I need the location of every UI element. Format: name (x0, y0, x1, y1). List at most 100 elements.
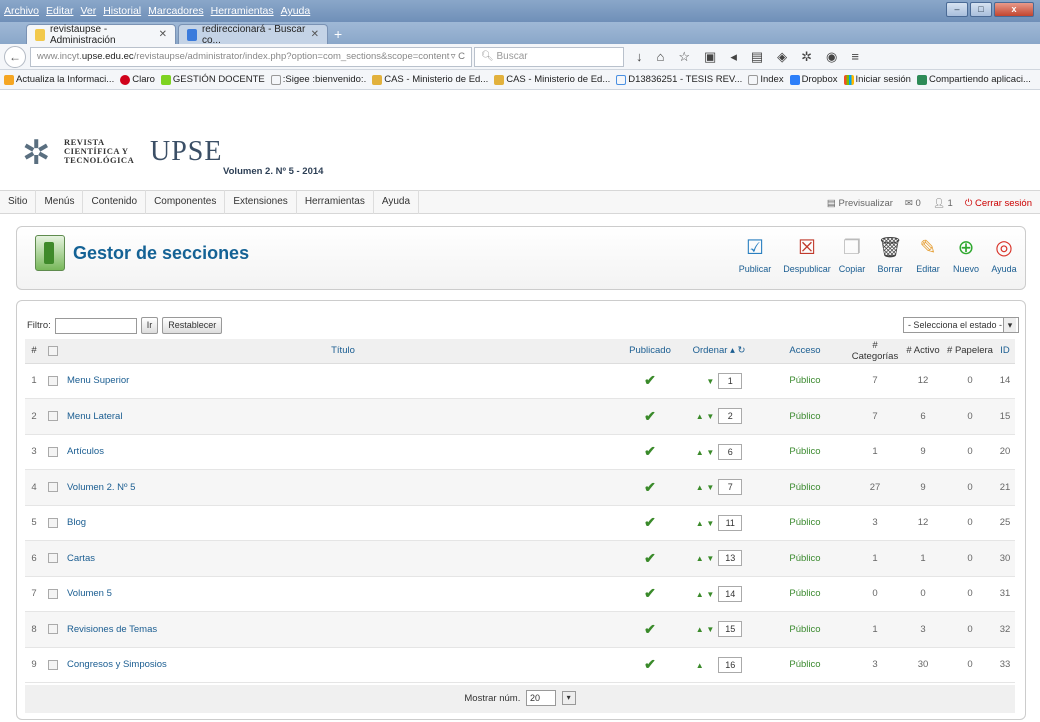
order-input[interactable]: 14 (718, 585, 743, 602)
menu-historial[interactable]: Historial (103, 5, 141, 17)
order-input[interactable]: 15 (718, 621, 743, 638)
chevron-down-icon[interactable]: ▾ (561, 691, 576, 706)
home-icon[interactable]: ⌂ (657, 49, 665, 64)
bookmark-item[interactable]: CAS - Ministerio de Ed... (372, 74, 488, 85)
reading-list-icon[interactable]: ▣ (704, 49, 716, 65)
download-icon[interactable]: ↓ (636, 49, 643, 64)
admin-menu-ayuda[interactable]: Ayuda (374, 190, 420, 214)
bookmark-item[interactable]: GESTIÓN DOCENTE (160, 74, 265, 85)
filter-reset-button[interactable]: Restablecer (162, 317, 223, 334)
published-cell[interactable]: ✔ (623, 363, 677, 399)
move-up-icon[interactable]: ▲ (696, 554, 704, 563)
move-down-icon[interactable]: ▼ (706, 448, 714, 457)
order-input[interactable]: 13 (718, 550, 743, 567)
menu-herramientas[interactable]: Herramientas (211, 5, 274, 17)
published-check-icon[interactable]: ✔ (644, 408, 656, 424)
access-link[interactable]: Público (761, 576, 849, 612)
row-checkbox-cell[interactable] (43, 505, 63, 541)
published-cell[interactable]: ✔ (623, 611, 677, 648)
row-checkbox-cell[interactable] (43, 576, 63, 612)
move-up-icon[interactable]: ▲ (696, 590, 704, 599)
published-check-icon[interactable]: ✔ (644, 514, 656, 530)
published-check-icon[interactable]: ✔ (644, 621, 656, 637)
admin-menu-sitio[interactable]: Sitio (0, 190, 37, 214)
section-title-link[interactable]: Artículos (63, 434, 623, 470)
published-check-icon[interactable]: ✔ (644, 656, 656, 672)
tab-administracion[interactable]: revistaupse - Administración ✕ (26, 24, 176, 46)
bookmark-item[interactable]: :Sigee :bienvenido:. (270, 74, 366, 85)
move-down-icon[interactable]: ▼ (706, 625, 714, 634)
reload-icon[interactable]: ▿ C (451, 51, 471, 62)
bookmark-item[interactable]: Compartiendo aplicaci... (916, 74, 1031, 85)
select-all-checkbox[interactable] (48, 345, 58, 356)
admin-menu-componentes[interactable]: Componentes (146, 190, 226, 214)
admin-menu-herramientas[interactable]: Herramientas (297, 190, 374, 214)
unpublish-button[interactable]: ☒ Despublicar (781, 233, 833, 275)
help-button[interactable]: ◎ Ayuda (985, 233, 1023, 275)
published-cell[interactable]: ✔ (623, 434, 677, 470)
publish-button[interactable]: ☑ Publicar (729, 233, 781, 275)
close-window-button[interactable]: x (994, 2, 1034, 17)
section-title-link[interactable]: Congresos y Simposios (63, 647, 623, 683)
section-title-link[interactable]: Volumen 5 (63, 576, 623, 612)
delete-button[interactable]: 🗑︎ Borrar (871, 233, 909, 275)
filter-input[interactable] (54, 317, 137, 334)
row-checkbox[interactable] (48, 588, 58, 599)
send-icon[interactable]: ◂ (730, 49, 737, 65)
order-input[interactable]: 2 (718, 408, 743, 425)
move-up-icon[interactable]: ▲ (696, 625, 704, 634)
move-up-icon[interactable]: ▲ (696, 412, 704, 421)
messages-count[interactable]: ✉ 0 (905, 198, 921, 209)
maximize-button[interactable]: □ (970, 2, 992, 17)
new-tab-icon[interactable]: + (334, 26, 342, 42)
row-checkbox-cell[interactable] (43, 611, 63, 648)
bookmark-item[interactable]: Dropbox (789, 74, 838, 85)
row-checkbox[interactable] (48, 482, 58, 493)
row-checkbox[interactable] (48, 659, 58, 670)
section-title-link[interactable]: Menu Lateral (63, 398, 623, 435)
move-down-icon[interactable]: ▼ (706, 554, 714, 563)
move-up-icon[interactable]: ▲ (696, 448, 704, 457)
tab-buscar[interactable]: redireccionará - Buscar co... ✕ (178, 24, 328, 46)
back-button[interactable]: ← (4, 45, 26, 68)
access-link[interactable]: Público (761, 398, 849, 435)
logout-link[interactable]: ⏻ Cerrar sesión (965, 198, 1032, 209)
published-cell[interactable]: ✔ (623, 398, 677, 435)
access-link[interactable]: Público (761, 647, 849, 683)
access-link[interactable]: Público (761, 505, 849, 541)
new-button[interactable]: ⊕ Nuevo (947, 233, 985, 275)
move-down-icon[interactable]: ▼ (706, 377, 714, 386)
move-down-icon[interactable]: ▼ (706, 412, 714, 421)
edit-button[interactable]: ✎ Editar (909, 233, 947, 275)
admin-menu-menus[interactable]: Menús (36, 190, 84, 214)
section-title-link[interactable]: Blog (63, 505, 623, 541)
menu-editar[interactable]: Editar (46, 5, 73, 17)
access-link[interactable]: Público (761, 540, 849, 577)
published-check-icon[interactable]: ✔ (644, 479, 656, 495)
col-order[interactable]: Ordenar ▴ ↻ (677, 339, 761, 364)
access-link[interactable]: Público (761, 363, 849, 399)
admin-menu-contenido[interactable]: Contenido (83, 190, 147, 214)
admin-menu-extensiones[interactable]: Extensiones (225, 190, 297, 214)
access-link[interactable]: Público (761, 611, 849, 648)
order-input[interactable]: 1 (718, 372, 743, 389)
bookmark-item[interactable]: CAS - Ministerio de Ed... (494, 74, 610, 85)
row-checkbox[interactable] (48, 446, 58, 457)
row-checkbox-cell[interactable] (43, 540, 63, 577)
row-checkbox-cell[interactable] (43, 647, 63, 683)
move-down-icon[interactable]: ▼ (706, 483, 714, 492)
url-bar[interactable]: www.incyt. upse.edu.ec/revistaupse/admini… (30, 46, 472, 67)
col-title[interactable]: Título (63, 339, 623, 364)
show-count-select[interactable]: 20 (525, 690, 556, 707)
published-cell[interactable]: ✔ (623, 469, 677, 506)
bookmark-item[interactable]: D13836251 - TESIS REV... (616, 74, 742, 85)
addon-icon[interactable]: ✲ (801, 49, 812, 65)
order-input[interactable]: 7 (718, 479, 743, 496)
save-order-icon[interactable]: ▴ ↻ (730, 345, 745, 356)
order-input[interactable]: 6 (718, 443, 743, 460)
bookmark-star-icon[interactable]: ☆ (678, 49, 690, 65)
minimize-button[interactable]: – (946, 2, 968, 17)
move-up-icon[interactable]: ▲ (696, 661, 704, 670)
col-published[interactable]: Publicado (623, 339, 677, 364)
preview-link[interactable]: ▤ Previsualizar (827, 198, 893, 209)
